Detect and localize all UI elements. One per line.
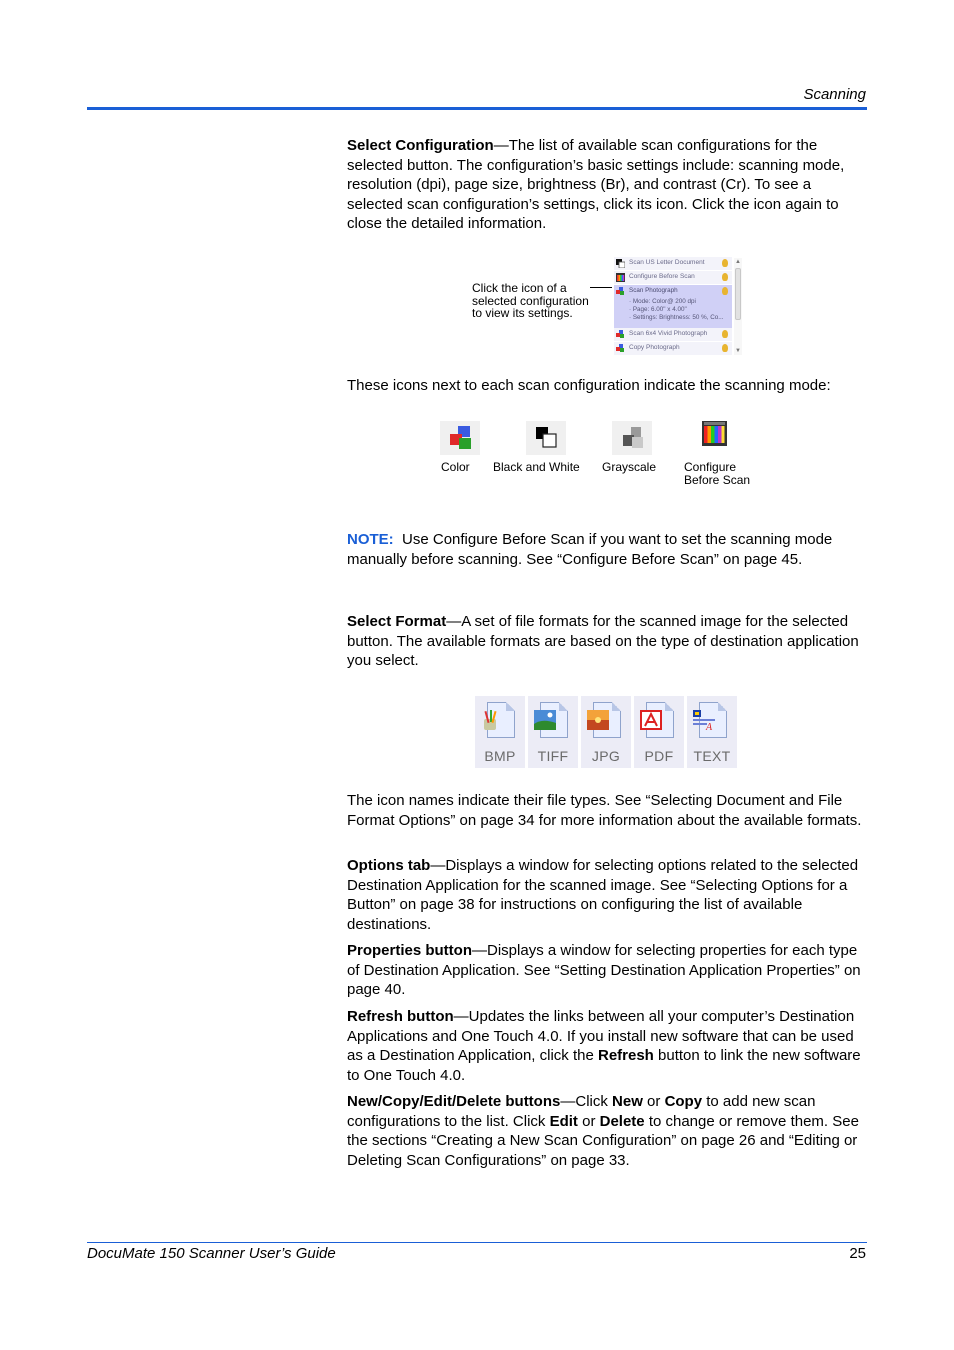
config-detail-mode: · Mode: Color@ 200 dpi	[629, 298, 696, 305]
config-label: Scan 6x4 Vivid Photograph	[629, 330, 708, 337]
tiff-file-icon	[534, 710, 556, 730]
term: Refresh button	[347, 1008, 454, 1025]
scan-configuration-list: Scan US Letter Document Configure Before…	[613, 256, 743, 356]
footer-guide-title: DocuMate 150 Scanner User’s Guide	[87, 1245, 336, 1262]
scanning-mode-intro: These icons next to each scan configurat…	[347, 377, 831, 394]
select-configuration-paragraph: Select Configuration—The list of availab…	[347, 136, 867, 234]
svg-text:A: A	[705, 722, 713, 730]
format-button-pdf[interactable]: PDF	[634, 696, 684, 768]
format-button-jpg[interactable]: JPG	[581, 696, 631, 768]
copy-emphasis: Copy	[664, 1093, 703, 1110]
mode-label-color: Color	[441, 460, 470, 474]
term: Options tab	[347, 857, 431, 874]
mode-label-black-and-white: Black and White	[493, 460, 580, 474]
figure-callout: Click the icon of a selected configurati…	[472, 281, 589, 321]
term: Select Configuration	[347, 137, 494, 154]
options-tab-paragraph: Options tab—Displays a window for select…	[347, 856, 867, 934]
config-label: Copy Photograph	[629, 344, 680, 351]
lightbulb-icon	[722, 330, 728, 338]
config-label: Scan US Letter Document	[629, 259, 705, 266]
config-detail-settings: · Settings: Brightness: 50 %, Co...	[629, 314, 724, 321]
footer-rule	[87, 1242, 867, 1243]
grayscale-mode-icon	[612, 421, 652, 455]
mode-label-grayscale: Grayscale	[602, 460, 657, 474]
callout-leader-line	[590, 287, 612, 288]
bmp-file-icon	[484, 710, 497, 730]
color-mode-icon[interactable]	[616, 287, 625, 296]
text: —Click	[560, 1093, 613, 1110]
format-label: BMP	[484, 748, 516, 764]
format-button-tiff[interactable]: TIFF	[528, 696, 578, 768]
running-header-title: Scanning	[803, 86, 866, 103]
delete-emphasis: Delete	[599, 1112, 645, 1130]
properties-button-paragraph: Properties button—Displays a window for …	[347, 941, 867, 1000]
note-text: Use Configure Before Scan if you want to…	[347, 531, 833, 568]
format-label: TEXT	[693, 748, 731, 764]
configure-before-scan-icon[interactable]	[616, 273, 625, 282]
config-label: Configure Before Scan	[629, 273, 695, 280]
config-item[interactable]: Copy Photograph	[614, 342, 732, 355]
mode-label-configure-before-scan: Configure Before Scan	[684, 460, 751, 487]
note-label: NOTE:	[347, 531, 394, 548]
edit-emphasis: Edit	[549, 1112, 578, 1130]
scrollbar-thumb[interactable]	[735, 268, 741, 320]
lightbulb-icon	[722, 287, 728, 295]
lightbulb-icon	[722, 344, 728, 352]
config-list-scrollbar[interactable]: ▲ ▼	[734, 258, 742, 355]
black-and-white-mode-icon[interactable]	[616, 259, 625, 268]
config-item[interactable]: Configure Before Scan	[614, 271, 732, 284]
lightbulb-icon	[722, 259, 728, 267]
black-and-white-mode-icon	[526, 421, 566, 455]
term: New/Copy/Edit/Delete buttons	[347, 1093, 561, 1110]
format-button-bmp[interactable]: BMP	[475, 696, 525, 768]
format-label: TIFF	[537, 748, 569, 764]
color-mode-icon[interactable]	[616, 330, 625, 339]
select-format-paragraph: Select Format—A set of file formats for …	[347, 612, 867, 671]
color-mode-icon	[440, 421, 480, 455]
term: Properties button	[347, 942, 473, 959]
refresh-button-paragraph: Refresh button—Updates the links between…	[347, 1007, 867, 1085]
configure-before-scan-icon	[702, 421, 727, 446]
jpg-file-icon	[587, 710, 609, 730]
scroll-up-icon[interactable]: ▲	[734, 258, 742, 266]
color-mode-icon[interactable]	[616, 344, 625, 353]
lightbulb-icon	[722, 273, 728, 281]
icon-names-paragraph: The icon names indicate their file types…	[347, 792, 862, 829]
text: or	[642, 1093, 665, 1110]
note-paragraph: NOTE: Use Configure Before Scan if you w…	[347, 530, 867, 569]
format-label: PDF	[644, 748, 674, 764]
pdf-file-icon	[640, 710, 662, 730]
config-item[interactable]: Scan US Letter Document	[614, 257, 732, 270]
config-item[interactable]: Scan 6x4 Vivid Photograph	[614, 328, 732, 341]
format-button-text[interactable]: A TEXT	[687, 696, 737, 768]
config-detail-page: · Page: 6.00" x 4.00"	[629, 306, 687, 313]
text-file-icon: A	[693, 710, 715, 730]
header-rule	[87, 107, 867, 110]
scroll-down-icon[interactable]: ▼	[734, 347, 742, 355]
config-label: Scan Photograph	[629, 287, 678, 294]
refresh-emphasis: Refresh	[597, 1047, 654, 1064]
format-label: JPG	[591, 748, 621, 764]
config-item-selected[interactable]: Scan Photograph · Mode: Color@ 200 dpi ·…	[614, 285, 732, 329]
term: Select Format	[347, 613, 447, 630]
new-copy-edit-delete-paragraph: New/Copy/Edit/Delete buttons—Click New o…	[347, 1092, 867, 1170]
page-number: 25	[849, 1245, 866, 1262]
text: or	[577, 1112, 600, 1130]
new-emphasis: New	[612, 1093, 643, 1110]
